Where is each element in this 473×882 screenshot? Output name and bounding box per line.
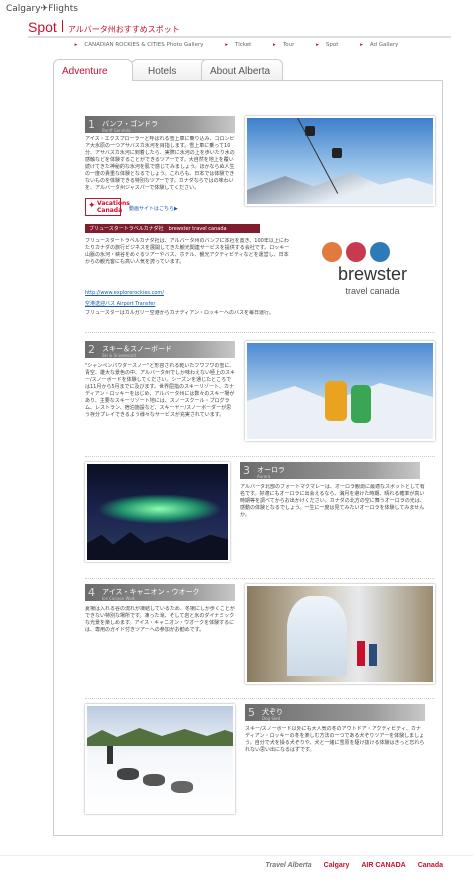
forest-line bbox=[87, 728, 233, 746]
vacations-logo-text: Vacations Canada bbox=[97, 200, 130, 214]
brewster-wordmark: brewster bbox=[337, 264, 408, 284]
section-header: 4 アイス・キャニオン・ウオーク Ice Canyon Walk bbox=[85, 584, 235, 601]
nav-item-tour[interactable]: ▸ Tour bbox=[268, 42, 299, 48]
frozen-waterfall bbox=[287, 596, 347, 676]
skier-figure bbox=[351, 385, 371, 423]
mountain-shape bbox=[247, 172, 433, 204]
section-dog-sled: 5 犬ぞり Dog Sled スキー/スノーボード以外にも大人気の冬のアウトドア… bbox=[85, 704, 435, 824]
gondola-cabin-icon bbox=[332, 148, 342, 158]
brand-logo[interactable]: Calgary✈Flights bbox=[6, 4, 78, 14]
section-ice-canyon: 4 アイス・キャニオン・ウオーク Ice Canyon Walk 夏場は入れる谷… bbox=[85, 584, 435, 694]
section-header: 3 オーロラ Aurora bbox=[240, 462, 420, 479]
top-nav: ▸ CANADIAN ROCKIES & CITIES Photo Gallery… bbox=[0, 42, 473, 48]
travel-alberta-logo[interactable]: Travel Alberta bbox=[265, 862, 311, 869]
arrow-icon: ▸ bbox=[225, 42, 228, 48]
nav-item-photo-gallery[interactable]: ▸ CANADIAN ROCKIES & CITIES Photo Gallery bbox=[70, 42, 209, 48]
section-subtitle: Aurora bbox=[257, 474, 271, 479]
aurora-glow bbox=[97, 494, 222, 524]
brewster-logo[interactable]: brewster travel canada bbox=[310, 242, 435, 302]
section-divider bbox=[85, 332, 435, 333]
section-number: 4 bbox=[88, 586, 95, 599]
section-text: アルバータ北部のフォートマクマレーは、オーロラ観測に最適なスポットとして有名です… bbox=[240, 484, 425, 518]
section-header: 5 犬ぞり Dog Sled bbox=[245, 704, 425, 721]
section-text: "シャンペンパウダースノー"と形容される乾いたフワフワの雪に、青空、雄大な景色の… bbox=[85, 363, 235, 418]
hiker-figure bbox=[369, 644, 377, 666]
page-title: Spot bbox=[28, 19, 57, 35]
brewster-icons bbox=[322, 242, 390, 262]
aurora-photo bbox=[85, 462, 230, 562]
tab-about-alberta[interactable]: About Alberta bbox=[201, 59, 283, 81]
logo-icon bbox=[346, 242, 366, 262]
vacations-logo-box: ✦ Vacations Canada bbox=[85, 198, 130, 216]
tree-silhouette bbox=[87, 532, 228, 560]
section-text: 夏場は入れる谷の流れが凍結しているため、冬場にしか歩くことができない特別な場所で… bbox=[85, 606, 235, 633]
brewster-bar-label: ブリュースタートラベルカナダ社 brewster travel canada bbox=[89, 226, 227, 232]
logo-icon bbox=[370, 242, 390, 262]
section-header: 1 バンフ・ゴンドラ Banff Gondola bbox=[85, 116, 235, 133]
airport-transfer-link[interactable]: 空港送迎バス Airport Transfer bbox=[85, 300, 155, 307]
canada-logo[interactable]: Canada bbox=[418, 862, 443, 869]
arrow-icon: ▸ bbox=[74, 42, 78, 48]
arrow-icon: ▸ bbox=[360, 42, 363, 48]
dog-sled-photo bbox=[85, 704, 235, 814]
logo-icon bbox=[322, 242, 342, 262]
sled-dog bbox=[171, 781, 193, 793]
section-aurora: 3 オーロラ Aurora アルバータ北部のフォートマクマレーは、オーロラ観測に… bbox=[85, 462, 435, 572]
section-divider bbox=[85, 698, 435, 699]
brewster-text: ブリュースタートラベルカナダ社は、アルバータ州のバンフに本社を置き、100年以上… bbox=[85, 238, 290, 265]
section-number: 5 bbox=[248, 706, 255, 719]
nav-item-ticket[interactable]: ▸ Ticket bbox=[220, 42, 256, 48]
section-subtitle: Dog Sled bbox=[262, 716, 280, 721]
skier-figure bbox=[325, 381, 347, 421]
page-subtitle: アルバータ州おすすめスポット bbox=[67, 25, 180, 34]
arrow-icon: ▸ bbox=[273, 42, 276, 48]
ice-canyon-photo bbox=[245, 584, 435, 684]
section-number: 3 bbox=[243, 464, 250, 477]
sled-dog bbox=[117, 768, 139, 780]
header-divider bbox=[28, 36, 451, 38]
section-subtitle: Ski & Snowboard bbox=[102, 353, 136, 358]
video-site-link[interactable]: 動画サイトはこちら▶ bbox=[129, 205, 178, 212]
brewster-text-2: ブリュースターはカルガリー空港からカナディアン・ロッキーへのバスを毎日運行。 bbox=[85, 310, 275, 316]
section-header: 2 スキー＆スノーボード Ski & Snowboard bbox=[85, 341, 235, 358]
musher-figure bbox=[107, 746, 113, 764]
vacations-canada-logo[interactable]: ✦ Vacations Canada 動画サイトはこちら▶ bbox=[85, 198, 205, 218]
section-ski: 2 スキー＆スノーボード Ski & Snowboard "シャンペンパウダース… bbox=[85, 341, 435, 451]
arrow-icon: ▸ bbox=[316, 42, 319, 48]
brewster-website-link[interactable]: http://www.explorerockies.com/ bbox=[85, 290, 164, 296]
hiker-figure bbox=[357, 641, 365, 666]
brewster-bar: ブリュースタートラベルカナダ社 brewster travel canada bbox=[85, 224, 260, 233]
section-divider bbox=[85, 578, 435, 579]
nav-item-ad-gallery[interactable]: ▸ Ad Gallery bbox=[355, 42, 403, 48]
air-canada-logo[interactable]: AIR CANADA bbox=[361, 862, 405, 869]
brewster-tagline: travel canada bbox=[345, 286, 400, 296]
section-number: 2 bbox=[88, 343, 95, 356]
footer-divider bbox=[0, 855, 473, 856]
maple-leaf-icon: ✦ bbox=[88, 201, 96, 211]
ski-photo bbox=[245, 341, 435, 441]
section-subtitle: Ice Canyon Walk bbox=[102, 596, 136, 601]
nav-item-spot[interactable]: ▸ Spot bbox=[311, 42, 343, 48]
section-divider bbox=[85, 456, 435, 457]
tab-hotels[interactable]: Hotels bbox=[131, 59, 209, 81]
section-text: スキー/スノーボード以外にも大人気の冬のアウトドア・アクティビティ、カナディアン… bbox=[245, 726, 425, 753]
page-heading: Spot アルバータ州おすすめスポット bbox=[28, 19, 180, 35]
sled-dog bbox=[143, 774, 165, 786]
calgary-logo[interactable]: Calgary bbox=[324, 862, 350, 869]
footer-logos: Travel Alberta Calgary AIR CANADA Canada bbox=[265, 862, 443, 869]
section-number: 1 bbox=[88, 118, 95, 131]
title-divider bbox=[61, 20, 63, 32]
tab-adventure[interactable]: Adventure bbox=[53, 59, 133, 81]
section-subtitle: Banff Gondola bbox=[102, 128, 131, 133]
gondola-photo bbox=[245, 116, 435, 206]
